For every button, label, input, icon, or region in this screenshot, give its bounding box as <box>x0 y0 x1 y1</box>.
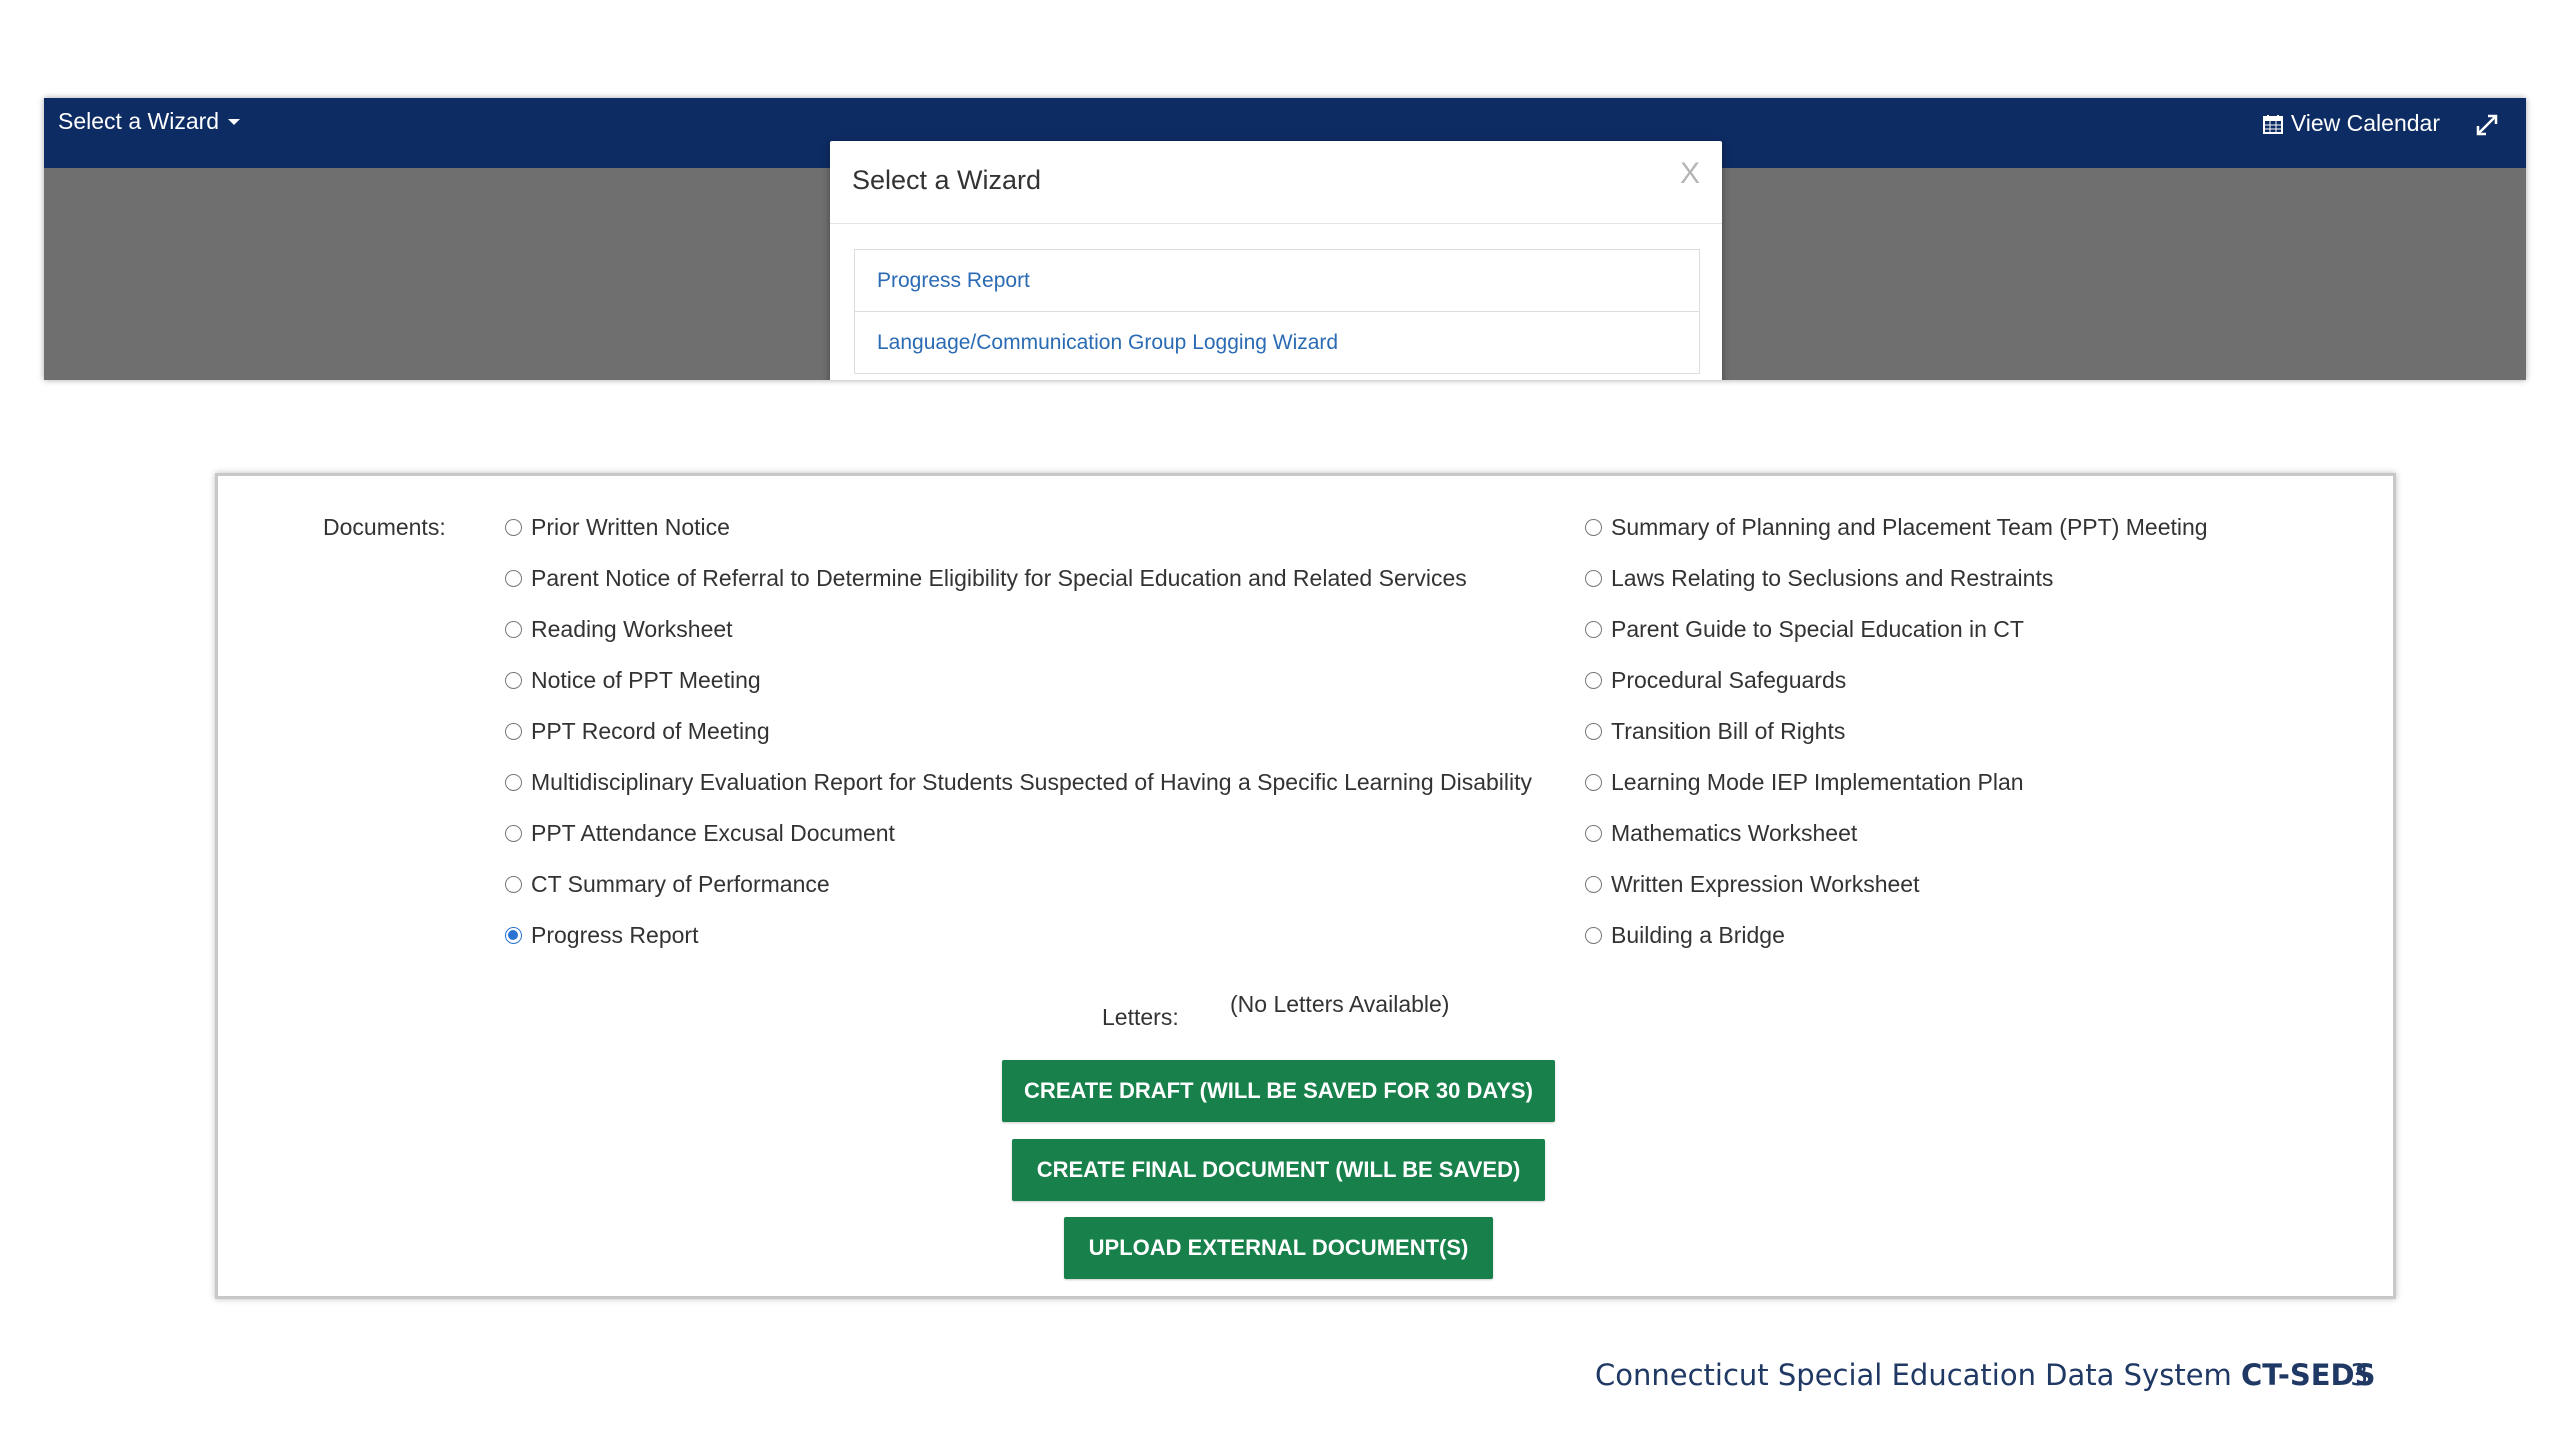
select-wizard-modal: Select a Wizard X Progress Report Langua… <box>830 141 1722 380</box>
document-option-label: Multidisciplinary Evaluation Report for … <box>531 769 1533 795</box>
radio-button[interactable] <box>1585 672 1602 689</box>
document-option-label: CT Summary of Performance <box>531 871 830 897</box>
document-option-label: Transition Bill of Rights <box>1611 718 1846 744</box>
compress-icon[interactable] <box>2474 112 2500 138</box>
document-option-label: PPT Record of Meeting <box>531 718 770 744</box>
document-option-label: Laws Relating to Seclusions and Restrain… <box>1611 565 2054 591</box>
wizard-screenshot: Select a Wizard View Calendar Select a W… <box>44 98 2526 380</box>
select-wizard-label: Select a Wizard <box>58 108 220 134</box>
document-option-label: Procedural Safeguards <box>1611 667 1847 693</box>
document-option-label: Mathematics Worksheet <box>1611 820 1858 846</box>
documents-label: Documents: <box>323 514 446 540</box>
radio-button[interactable] <box>1585 825 1602 842</box>
document-option[interactable]: Written Expression Worksheet <box>1585 859 2208 910</box>
create-final-document-button[interactable]: CREATE FINAL DOCUMENT (WILL BE SAVED) <box>1012 1139 1545 1201</box>
document-option-label: Written Expression Worksheet <box>1611 871 1920 897</box>
modal-divider <box>830 223 1722 224</box>
document-option[interactable]: Transition Bill of Rights <box>1585 706 2208 757</box>
radio-button-selected[interactable] <box>505 927 522 944</box>
document-option[interactable]: Learning Mode IEP Implementation Plan <box>1585 757 2208 808</box>
view-calendar-label: View Calendar <box>2290 110 2440 136</box>
document-option-label: Prior Written Notice <box>531 514 730 540</box>
radio-button[interactable] <box>1585 927 1602 944</box>
document-option-label: Progress Report <box>531 922 699 948</box>
document-option-selected[interactable]: Progress Report <box>505 910 1532 961</box>
modal-title: Select a Wizard <box>852 165 1042 195</box>
modal-close-button[interactable]: X <box>1680 157 1700 191</box>
radio-button[interactable] <box>505 570 522 587</box>
radio-button[interactable] <box>1585 876 1602 893</box>
document-option[interactable]: PPT Attendance Excusal Document <box>505 808 1532 859</box>
document-option[interactable]: Building a Bridge <box>1585 910 2208 961</box>
footer-system-name: Connecticut Special Education Data Syste… <box>1595 1358 2242 1392</box>
radio-button[interactable] <box>505 723 522 740</box>
documents-form: Documents: Prior Written Notice Parent N… <box>215 473 2396 1299</box>
document-option[interactable]: Multidisciplinary Evaluation Report for … <box>505 757 1532 808</box>
radio-button[interactable] <box>1585 723 1602 740</box>
radio-button[interactable] <box>505 672 522 689</box>
document-option[interactable]: Procedural Safeguards <box>1585 655 2208 706</box>
document-option[interactable]: Parent Notice of Referral to Determine E… <box>505 553 1532 604</box>
document-option[interactable]: CT Summary of Performance <box>505 859 1532 910</box>
caret-down-icon <box>228 118 241 125</box>
wizard-item-progress-report[interactable]: Progress Report <box>855 250 1699 312</box>
document-option[interactable]: Mathematics Worksheet <box>1585 808 2208 859</box>
radio-button[interactable] <box>1585 570 1602 587</box>
document-option[interactable]: Prior Written Notice <box>505 502 1532 553</box>
wizard-list: Progress Report Language/Communication G… <box>854 249 1700 374</box>
document-option-label: PPT Attendance Excusal Document <box>531 820 895 846</box>
document-option[interactable]: Summary of Planning and Placement Team (… <box>1585 502 2208 553</box>
create-draft-button[interactable]: CREATE DRAFT (WILL BE SAVED FOR 30 DAYS) <box>1002 1060 1555 1122</box>
documents-right-column: Summary of Planning and Placement Team (… <box>1585 502 2208 961</box>
document-option[interactable]: Laws Relating to Seclusions and Restrain… <box>1585 553 2208 604</box>
radio-button[interactable] <box>505 825 522 842</box>
letters-label: Letters: <box>1102 1004 1179 1030</box>
document-option[interactable]: Notice of PPT Meeting <box>505 655 1532 706</box>
document-option-label: Learning Mode IEP Implementation Plan <box>1611 769 2024 795</box>
document-option-label: Building a Bridge <box>1611 922 1785 948</box>
calendar-icon <box>2262 114 2283 134</box>
radio-button[interactable] <box>505 621 522 638</box>
letters-value: (No Letters Available) <box>1230 991 1450 1017</box>
radio-button[interactable] <box>1585 519 1602 536</box>
document-option[interactable]: Reading Worksheet <box>505 604 1532 655</box>
documents-left-column: Prior Written Notice Parent Notice of Re… <box>505 502 1532 961</box>
radio-button[interactable] <box>1585 774 1602 791</box>
radio-button[interactable] <box>505 774 522 791</box>
radio-button[interactable] <box>1585 621 1602 638</box>
page-number: 3 <box>2350 1358 2369 1392</box>
footer-title: Connecticut Special Education Data Syste… <box>1595 1358 2376 1392</box>
radio-button[interactable] <box>505 519 522 536</box>
document-option-label: Parent Guide to Special Education in CT <box>1611 616 2024 642</box>
document-option-label: Summary of Planning and Placement Team (… <box>1611 514 2208 540</box>
document-option[interactable]: PPT Record of Meeting <box>505 706 1532 757</box>
view-calendar-button[interactable]: View Calendar <box>2262 110 2440 137</box>
document-option-label: Reading Worksheet <box>531 616 733 642</box>
document-option[interactable]: Parent Guide to Special Education in CT <box>1585 604 2208 655</box>
wizard-item-language-communication[interactable]: Language/Communication Group Logging Wiz… <box>855 312 1699 374</box>
upload-external-document-button[interactable]: UPLOAD EXTERNAL DOCUMENT(S) <box>1064 1217 1493 1279</box>
select-wizard-dropdown[interactable]: Select a Wizard <box>58 108 241 135</box>
document-option-label: Parent Notice of Referral to Determine E… <box>531 565 1467 591</box>
document-option-label: Notice of PPT Meeting <box>531 667 761 693</box>
radio-button[interactable] <box>505 876 522 893</box>
